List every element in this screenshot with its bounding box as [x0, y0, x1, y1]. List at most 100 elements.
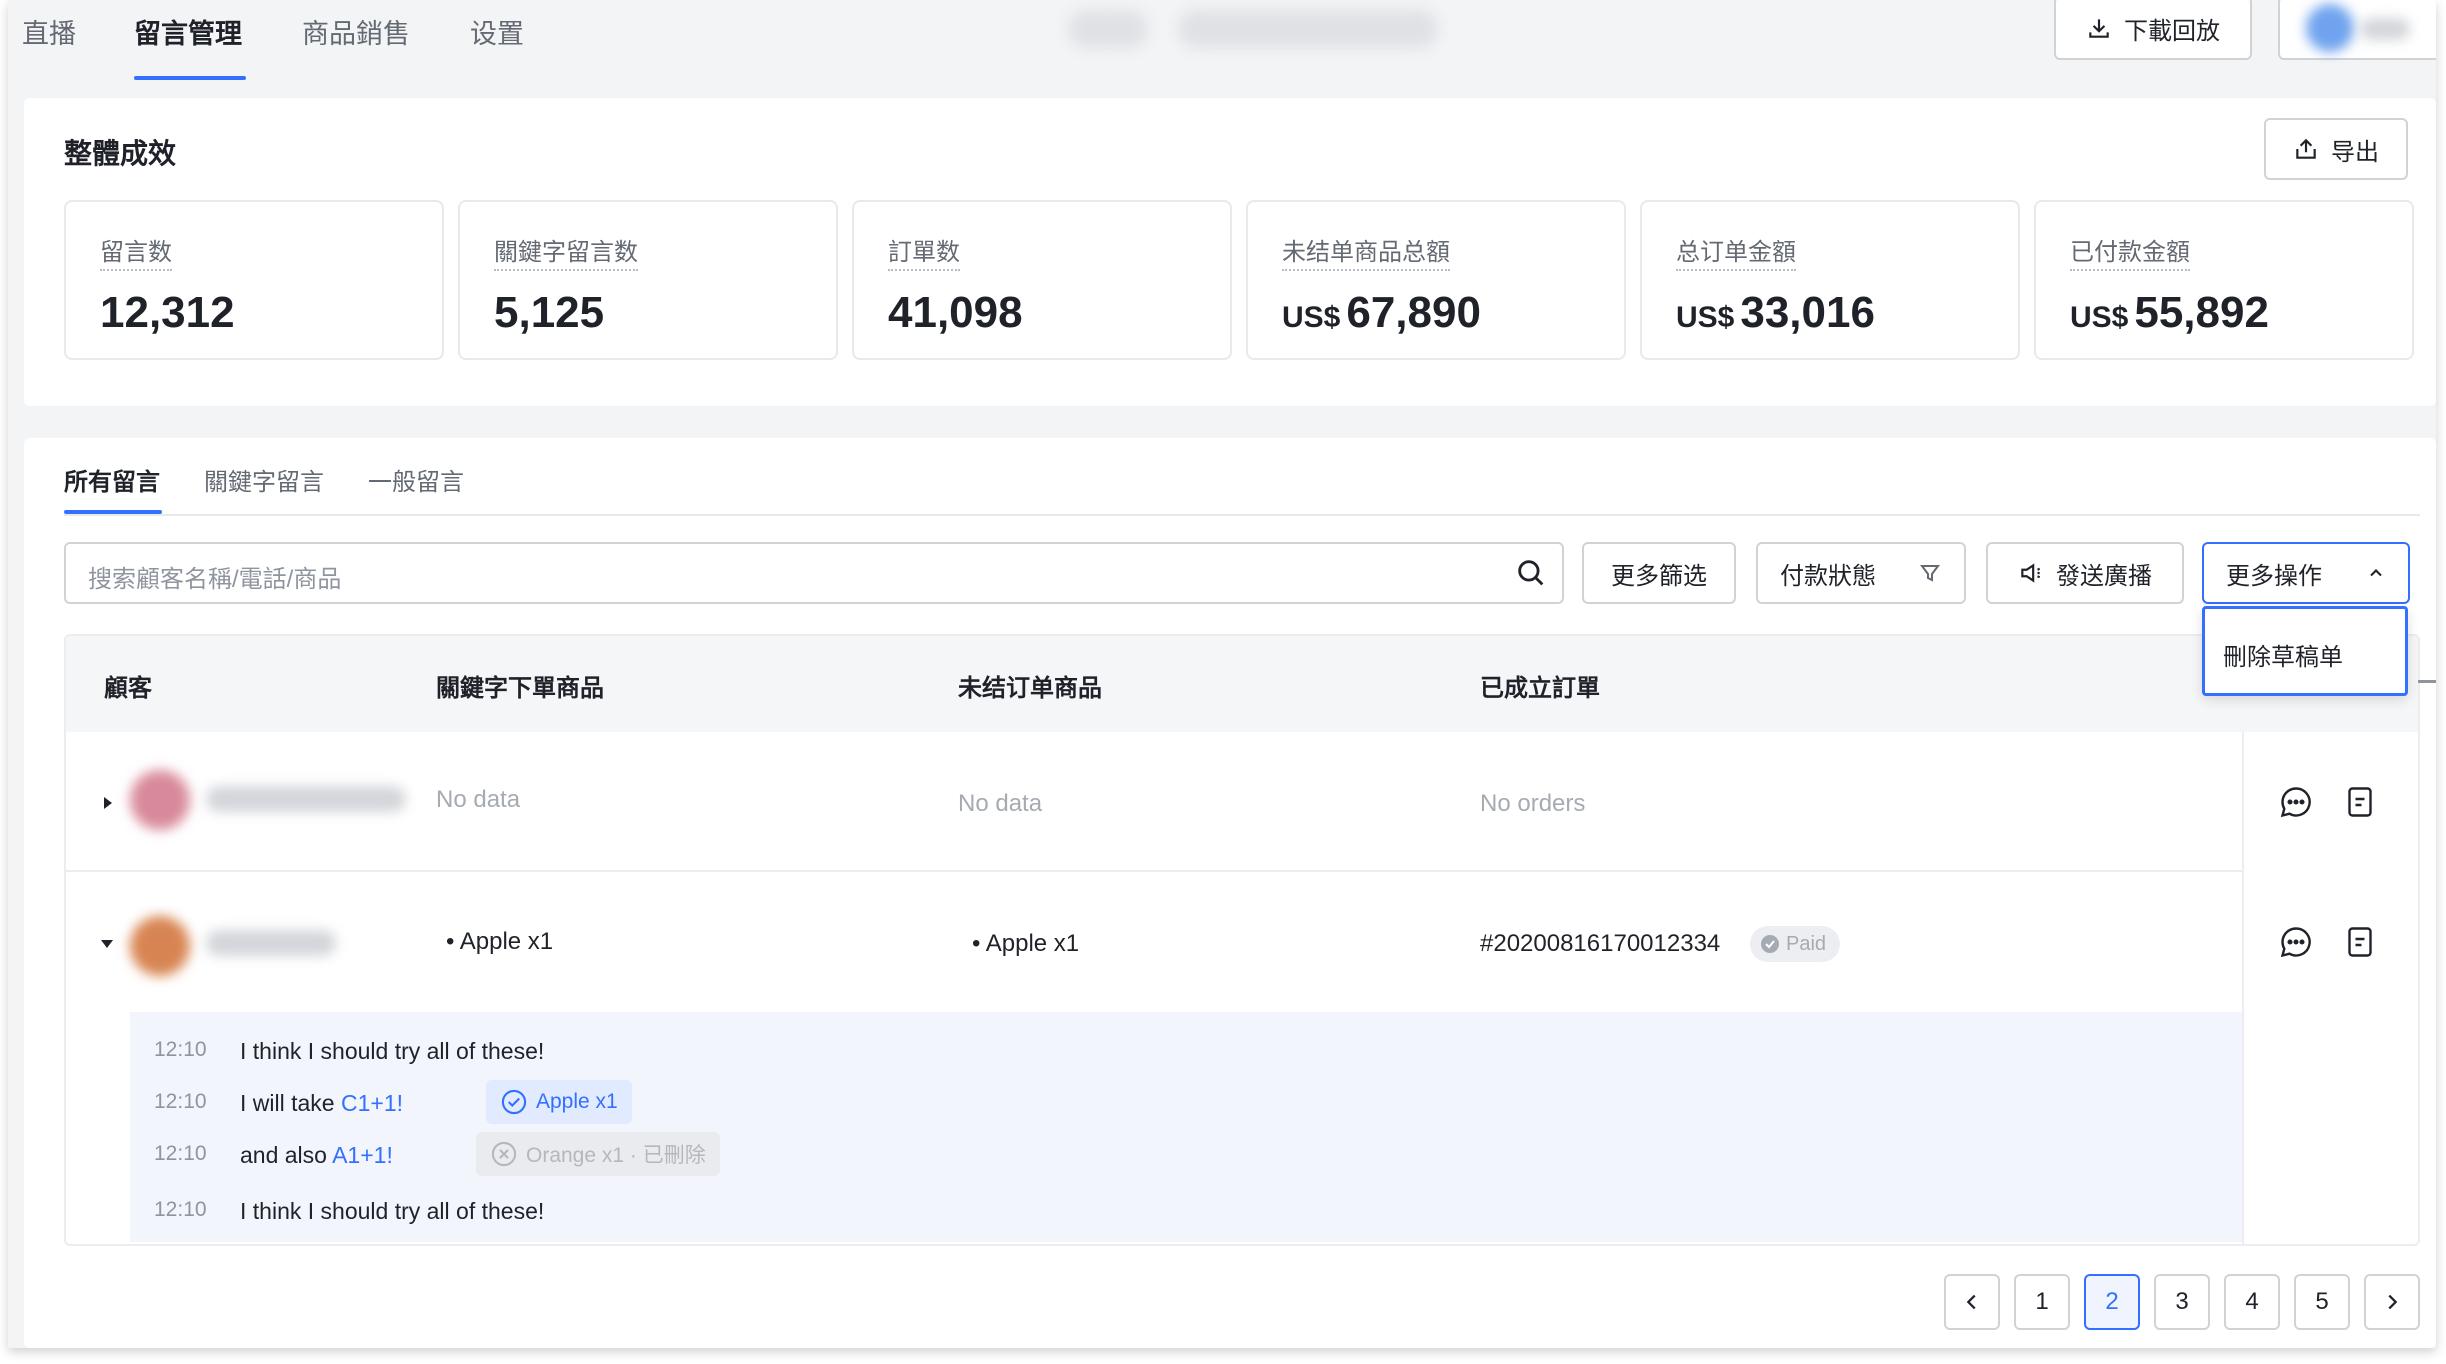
message-time: 12:10	[154, 1090, 207, 1113]
note-icon[interactable]	[2342, 924, 2378, 960]
keyword-items-cell: No data	[436, 786, 521, 813]
message-body: I will take	[240, 1090, 341, 1116]
matched-item-tag[interactable]: Apple x1	[486, 1080, 632, 1124]
tab-general-comments[interactable]: 一般留言	[368, 462, 464, 497]
message-text: I think I should try all of these!	[240, 1038, 544, 1065]
status-badge-label: Paid	[1786, 932, 1827, 955]
scrollbar-indicator	[2418, 680, 2436, 683]
search-input[interactable]: 搜索顧客名稱/電話/商品	[64, 542, 1564, 604]
message-text: I will take C1+1!	[240, 1090, 403, 1117]
prev-page-button[interactable]	[1944, 1274, 2000, 1330]
tab-all-comments[interactable]: 所有留言	[64, 462, 160, 497]
message-text: I think I should try all of these!	[240, 1198, 544, 1225]
message-body: I think I should try all of these!	[240, 1038, 545, 1064]
nav-active-indicator	[134, 76, 246, 80]
check-circle-icon	[501, 1089, 527, 1115]
nav-tab-sales[interactable]: 商品銷售	[302, 12, 410, 51]
chat-bubble-icon[interactable]	[2278, 924, 2314, 960]
blurred-title	[1178, 10, 1438, 48]
tabs-divider	[64, 514, 2420, 516]
order-number[interactable]: #20200816170012334	[1480, 930, 1720, 958]
next-page-button[interactable]	[2364, 1274, 2420, 1330]
page-button-5[interactable]: 5	[2294, 1274, 2350, 1330]
chat-bubble-icon[interactable]	[2278, 784, 2314, 820]
account-menu-button[interactable]	[2278, 0, 2436, 60]
avatar	[130, 916, 190, 976]
search-icon[interactable]	[1514, 556, 1548, 590]
stat-number: 41,098	[888, 288, 1023, 337]
download-replay-button[interactable]: 下載回放	[2054, 0, 2252, 60]
column-header-orders: 已成立訂單	[1480, 675, 1600, 702]
message-body: and also	[240, 1142, 333, 1168]
stat-card: 已付款金額 US$ 55,892	[2034, 200, 2414, 360]
page-button-2[interactable]: 2	[2084, 1274, 2140, 1330]
note-icon[interactable]	[2342, 784, 2378, 820]
close-circle-icon	[491, 1141, 517, 1167]
stat-number: 5,125	[494, 288, 605, 337]
stat-currency: US$	[2070, 301, 2129, 334]
message-time: 12:10	[154, 1142, 207, 1165]
export-button[interactable]: 导出	[2264, 118, 2408, 180]
more-actions-dropdown: 刪除草稿单	[2202, 606, 2408, 696]
stat-value: US$ 33,016	[1676, 288, 1875, 338]
search-placeholder: 搜索顧客名稱/電話/商品	[88, 566, 342, 593]
check-circle-icon	[1761, 935, 1779, 953]
stat-value: 41,098	[888, 288, 1023, 338]
stat-number: 67,890	[1346, 288, 1481, 337]
stat-label: 訂單数	[888, 232, 960, 271]
collapse-icon[interactable]	[100, 938, 114, 950]
stat-card: 訂單数 41,098	[852, 200, 1232, 360]
export-label: 导出	[2331, 138, 2379, 166]
pending-items-cell: No data	[958, 790, 1043, 817]
more-filters-button[interactable]: 更多篩选	[1582, 542, 1736, 604]
stat-currency: US$	[1676, 301, 1735, 334]
stat-label: 总订单金額	[1676, 232, 1796, 271]
table-header: 顧客 關鍵字下單商品 未结订单商品 已成立訂單	[66, 636, 2418, 732]
stat-label: 已付款金額	[2070, 232, 2190, 271]
stat-number: 33,016	[1740, 288, 1875, 337]
app-window: 直播 留言管理 商品銷售 设置 下載回放 整體成效 导出 留言数 12,312 …	[8, 0, 2436, 1348]
download-icon	[2089, 19, 2109, 38]
payment-status-label: 付款狀態	[1780, 562, 1876, 590]
nav-tab-settings[interactable]: 设置	[470, 12, 524, 51]
blurred-customer-name	[206, 786, 406, 812]
stat-label: 留言数	[100, 232, 172, 271]
stat-card: 關鍵字留言数 5,125	[458, 200, 838, 360]
message-text: and also A1+1!	[240, 1142, 393, 1169]
megaphone-icon	[2021, 563, 2041, 583]
column-header-pending-items: 未结订单商品	[958, 675, 1102, 702]
expand-icon[interactable]	[102, 796, 114, 810]
payment-status-filter[interactable]: 付款狀態	[1756, 542, 1966, 604]
nav-tab-live[interactable]: 直播	[22, 12, 76, 51]
row-divider	[66, 870, 2242, 872]
comments-table: 顧客 關鍵字下單商品 未结订单商品 已成立訂單 No data No data …	[64, 634, 2420, 1246]
page-button-1[interactable]: 1	[2014, 1274, 2070, 1330]
blurred-customer-name	[206, 930, 336, 956]
delete-draft-menu-item[interactable]: 刪除草稿单	[2223, 637, 2343, 672]
stat-currency: US$	[1282, 301, 1341, 334]
stat-number: 55,892	[2134, 288, 2269, 337]
keyword-highlight: A1+1!	[332, 1142, 393, 1168]
nav-tab-comments[interactable]: 留言管理	[134, 12, 242, 51]
stat-value: US$ 67,890	[1282, 288, 1481, 338]
chevron-up-icon	[2370, 569, 2382, 577]
stat-value: 5,125	[494, 288, 604, 338]
top-nav: 直播 留言管理 商品銷售 设置 下載回放	[8, 0, 2436, 90]
chevron-left-icon	[1966, 1294, 1976, 1310]
matched-item-label: Apple x1	[536, 1090, 618, 1113]
broadcast-button[interactable]: 發送廣播	[1986, 542, 2184, 604]
stat-card: 未结单商品总額 US$ 67,890	[1246, 200, 1626, 360]
blurred-username	[2360, 18, 2410, 40]
orders-cell: No orders	[1480, 790, 1586, 817]
download-label: 下載回放	[2124, 17, 2220, 45]
chevron-right-icon	[2388, 1294, 2398, 1310]
tab-keyword-comments[interactable]: 關鍵字留言	[204, 462, 324, 497]
page-button-4[interactable]: 4	[2224, 1274, 2280, 1330]
stat-card: 留言数 12,312	[64, 200, 444, 360]
keyword-highlight: C1+1!	[340, 1090, 403, 1116]
blurred-title	[1068, 10, 1148, 48]
status-badge: Paid	[1750, 926, 1841, 962]
page-button-3[interactable]: 3	[2154, 1274, 2210, 1330]
stat-card: 总订单金額 US$ 33,016	[1640, 200, 2020, 360]
more-actions-button[interactable]: 更多操作	[2202, 542, 2410, 604]
